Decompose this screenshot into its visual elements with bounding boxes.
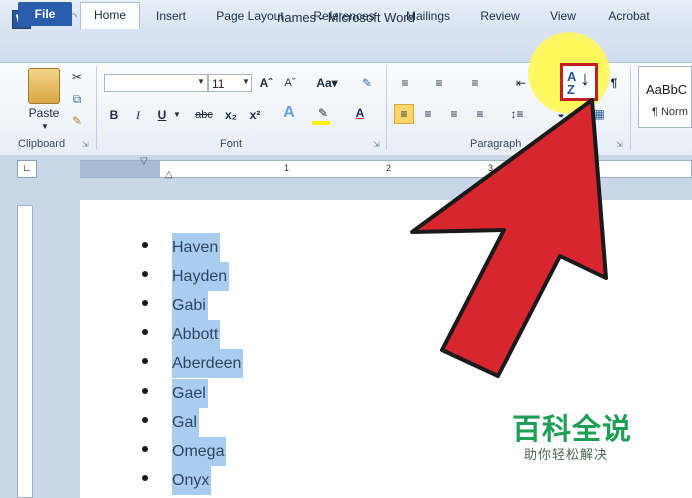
watermark-title: 百科全说: [512, 414, 633, 446]
red-pointer-arrow-icon: [410, 98, 608, 378]
watermark-subtitle: 助你轻松解决: [524, 447, 609, 462]
